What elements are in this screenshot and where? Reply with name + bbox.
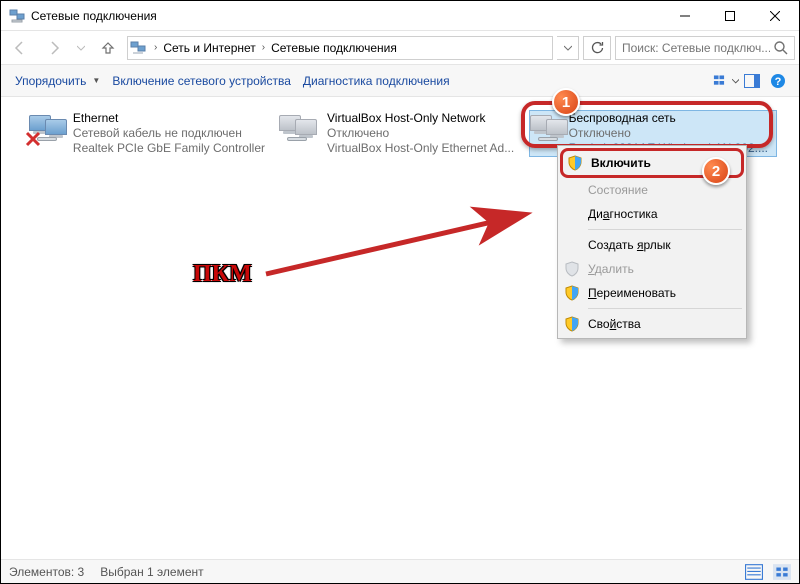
- shield-icon: [567, 155, 583, 171]
- menu-delete: Удалить: [560, 257, 744, 281]
- preview-pane-button[interactable]: [739, 70, 765, 92]
- network-connections-icon: [130, 40, 146, 56]
- up-button[interactable]: [93, 35, 123, 61]
- history-dropdown[interactable]: [73, 35, 89, 61]
- window-title: Сетевые подключения: [31, 9, 662, 23]
- annotation-badge-2: 2: [702, 157, 730, 185]
- shield-icon: [564, 316, 580, 332]
- enable-device-button[interactable]: Включение сетевого устройства: [106, 70, 297, 92]
- network-adapter-icon: [279, 111, 321, 147]
- annotation-arrow: [256, 204, 546, 284]
- menu-rename[interactable]: Переименовать: [560, 281, 744, 305]
- disconnected-icon: [25, 131, 41, 147]
- chevron-right-icon[interactable]: ›: [150, 42, 161, 53]
- network-connections-icon: [9, 8, 25, 24]
- help-button[interactable]: ?: [765, 70, 791, 92]
- content-area: Ethernet Сетевой кабель не подключен Rea…: [1, 97, 799, 559]
- adapter-ethernet[interactable]: Ethernet Сетевой кабель не подключен Rea…: [29, 111, 265, 156]
- refresh-button[interactable]: [583, 36, 611, 60]
- svg-text:?: ?: [775, 76, 782, 88]
- search-box[interactable]: [615, 36, 795, 60]
- status-selected-count: Выбран 1 элемент: [100, 565, 203, 579]
- address-dropdown[interactable]: [557, 36, 579, 60]
- chevron-right-icon[interactable]: ›: [258, 42, 269, 53]
- adapter-status: Отключено: [327, 126, 514, 141]
- view-options-button[interactable]: [713, 70, 739, 92]
- search-icon: [772, 40, 790, 56]
- menu-separator: [588, 229, 742, 230]
- annotation-label: ПКМ: [193, 262, 252, 286]
- adapter-device: VirtualBox Host-Only Ethernet Ad...: [327, 141, 514, 156]
- breadcrumb-seg[interactable]: Сеть и Интернет: [161, 41, 257, 55]
- address-bar[interactable]: › Сеть и Интернет › Сетевые подключения: [127, 36, 553, 60]
- menu-properties[interactable]: Свойства: [560, 312, 744, 336]
- toolbar: Упорядочить▼ Включение сетевого устройст…: [1, 65, 799, 97]
- menu-create-shortcut[interactable]: Создать ярлык: [560, 233, 744, 257]
- diagnose-button[interactable]: Диагностика подключения: [297, 70, 456, 92]
- menu-separator: [588, 308, 742, 309]
- forward-button[interactable]: [39, 35, 69, 61]
- details-view-icon[interactable]: [745, 564, 763, 580]
- status-bar: Элементов: 3 Выбран 1 элемент: [1, 559, 799, 583]
- annotation-badge-1: 1: [552, 88, 580, 116]
- back-button[interactable]: [5, 35, 35, 61]
- search-input[interactable]: [620, 40, 772, 56]
- large-icons-view-icon[interactable]: [773, 564, 791, 580]
- adapter-device: Realtek PCIe GbE Family Controller: [73, 141, 265, 156]
- shield-icon: [564, 261, 580, 277]
- adapter-name: VirtualBox Host-Only Network: [327, 111, 514, 126]
- breadcrumb-seg[interactable]: Сетевые подключения: [269, 41, 399, 55]
- minimize-button[interactable]: [662, 1, 707, 30]
- adapter-name: Ethernet: [73, 111, 265, 126]
- maximize-button[interactable]: [707, 1, 752, 30]
- titlebar: Сетевые подключения: [1, 1, 799, 31]
- shield-icon: [564, 285, 580, 301]
- organize-button[interactable]: Упорядочить▼: [9, 70, 106, 92]
- network-adapter-icon: [29, 111, 67, 147]
- adapter-status: Сетевой кабель не подключен: [73, 126, 265, 141]
- menu-diagnose[interactable]: Диагностика: [560, 202, 744, 226]
- status-item-count: Элементов: 3: [9, 565, 84, 579]
- navigation-bar: › Сеть и Интернет › Сетевые подключения: [1, 31, 799, 65]
- close-button[interactable]: [752, 1, 797, 30]
- adapter-virtualbox[interactable]: VirtualBox Host-Only Network Отключено V…: [279, 111, 515, 156]
